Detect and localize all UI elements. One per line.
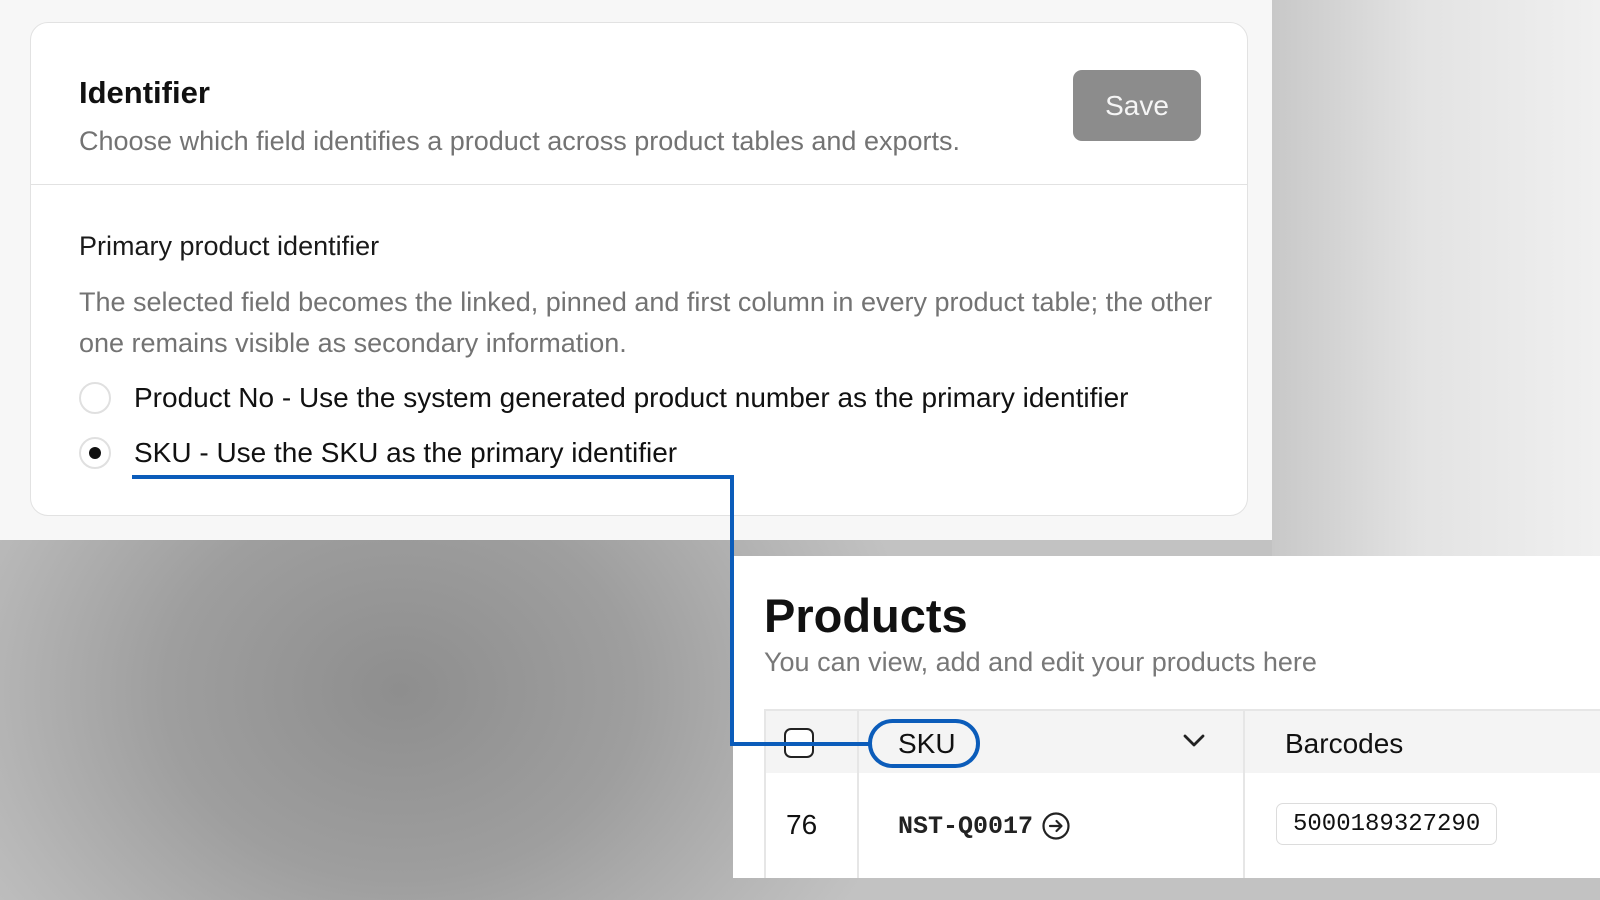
section-description: The selected field becomes the linked, p… [79, 287, 1213, 358]
column-header-sku[interactable]: SKU [898, 728, 956, 760]
radio-option-product-no[interactable]: Product No - Use the system generated pr… [79, 381, 1128, 415]
column-header-barcodes[interactable]: Barcodes [1285, 728, 1403, 760]
radio-label-sku: SKU - Use the SKU as the primary identif… [134, 437, 678, 468]
card-title: Identifier [79, 75, 210, 110]
table-row[interactable]: 76 NST-Q0017 5000189327290 [764, 773, 1600, 878]
row-sku-link[interactable]: NST-Q0017 [898, 811, 1071, 841]
products-table-header: ⌄ SKU Barcodes [764, 709, 1600, 773]
row-sku-value: NST-Q0017 [898, 811, 1034, 841]
column-divider [857, 773, 859, 878]
barcode-chip: 5000189327290 [1276, 803, 1498, 845]
radio-button-sku[interactable] [79, 437, 111, 469]
radio-option-sku[interactable]: SKU - Use the SKU as the primary identif… [79, 436, 677, 470]
background-right [1272, 0, 1600, 560]
save-button[interactable]: Save [1073, 70, 1201, 141]
column-divider [1243, 773, 1245, 878]
chevron-down-icon[interactable] [1180, 723, 1208, 757]
column-divider [857, 711, 859, 773]
products-panel: Products You can view, add and edit your… [733, 556, 1600, 878]
section-title: Primary product identifier [79, 231, 380, 261]
products-subtitle: You can view, add and edit your products… [764, 647, 1317, 677]
card-subtitle: Choose which field identifies a product … [79, 126, 960, 156]
column-divider [1243, 711, 1245, 773]
identifier-card-header: Identifier Choose which field identifies… [31, 23, 1247, 185]
arrow-right-circle-icon[interactable] [1041, 811, 1071, 841]
radio-button-product-no[interactable] [79, 382, 111, 414]
products-title: Products [764, 589, 968, 642]
identifier-card: Identifier Choose which field identifies… [30, 22, 1248, 516]
settings-panel: Identifier Choose which field identifies… [0, 0, 1272, 540]
checkbox-icon[interactable] [784, 728, 814, 758]
chevron-down-icon[interactable]: ⌄ [822, 733, 834, 750]
radio-label-product-no: Product No - Use the system generated pr… [134, 382, 1129, 413]
row-index: 76 [786, 809, 818, 840]
